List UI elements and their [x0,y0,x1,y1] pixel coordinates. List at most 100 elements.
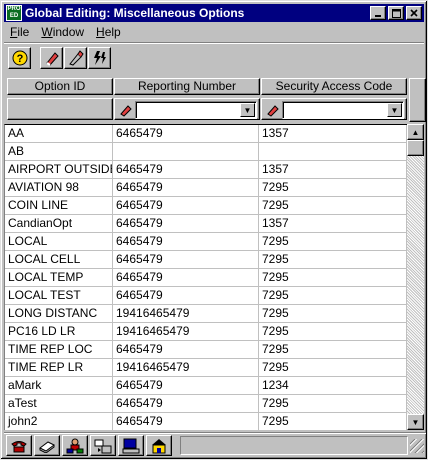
cell-security-access-code[interactable]: 1234 [259,377,407,394]
table-row[interactable]: AB [5,143,407,161]
cell-option-id[interactable]: aTest [5,395,113,412]
clear-filter-icon[interactable] [119,103,133,117]
cell-option-id[interactable]: LOCAL CELL [5,251,113,268]
cell-security-access-code[interactable]: 7295 [259,359,407,376]
edit-tool-button[interactable] [64,46,87,69]
cell-option-id[interactable]: AA [5,125,113,142]
cell-reporting-number[interactable]: 6465479 [113,125,259,142]
cell-option-id[interactable]: AVIATION 98 [5,179,113,196]
table-row[interactable]: TIME REP LR 19416465479 7295 [5,359,407,377]
building-button[interactable] [146,435,172,456]
cell-security-access-code[interactable]: 7295 [259,323,407,340]
cell-security-access-code[interactable]: 7295 [259,395,407,412]
clear-filter-icon[interactable] [266,103,280,117]
reporting-number-filter[interactable]: ▼ [135,101,257,119]
cell-security-access-code[interactable]: 7295 [259,233,407,250]
cell-security-access-code[interactable]: 7295 [259,305,407,322]
cell-option-id[interactable]: LOCAL TEST [5,287,113,304]
help-button[interactable]: ? [8,46,31,69]
cell-security-access-code[interactable]: 7295 [259,197,407,214]
table-row[interactable]: AA 6465479 1357 [5,125,407,143]
table-row[interactable]: john2 6465479 7295 [5,413,407,430]
cell-reporting-number[interactable]: 6465479 [113,161,259,178]
table-row[interactable]: LOCAL 6465479 7295 [5,233,407,251]
cell-security-access-code[interactable]: 7295 [259,341,407,358]
cell-security-access-code[interactable]: 7295 [259,179,407,196]
close-button[interactable] [406,6,422,20]
cell-reporting-number[interactable]: 6465479 [113,287,259,304]
title-bar[interactable]: PRO ED Global Editing: Miscellaneous Opti… [4,4,424,22]
lightning-tool-button[interactable] [88,46,111,69]
computer-button[interactable] [118,435,144,456]
column-header-option-id[interactable]: Option ID [7,78,113,95]
cell-reporting-number[interactable]: 6465479 [113,395,259,412]
table-row[interactable]: TIME REP LOC 6465479 7295 [5,341,407,359]
cell-reporting-number[interactable]: 6465479 [113,233,259,250]
minimize-button[interactable] [370,6,386,20]
column-header-security-access-code[interactable]: Security Access Code [261,78,407,95]
table-row[interactable]: PC16 LD LR 19416465479 7295 [5,323,407,341]
eraser-tool-button[interactable] [40,46,63,69]
cell-option-id[interactable]: AIRPORT OUTSIDE [5,161,113,178]
cell-option-id[interactable]: CandianOpt [5,215,113,232]
chevron-down-icon[interactable]: ▼ [387,103,402,117]
cell-option-id[interactable]: PC16 LD LR [5,323,113,340]
table-row[interactable]: LONG DISTANC 19416465479 7295 [5,305,407,323]
cell-reporting-number[interactable]: 6465479 [113,377,259,394]
cell-reporting-number[interactable]: 6465479 [113,251,259,268]
table-row[interactable]: aMark 6465479 1234 [5,377,407,395]
table-row[interactable]: LOCAL CELL 6465479 7295 [5,251,407,269]
table-row[interactable]: aTest 6465479 7295 [5,395,407,413]
cell-security-access-code[interactable]: 1357 [259,215,407,232]
cell-reporting-number[interactable]: 6465479 [113,197,259,214]
cell-security-access-code[interactable]: 7295 [259,269,407,286]
cell-option-id[interactable]: TIME REP LR [5,359,113,376]
menu-file[interactable]: File [4,25,35,39]
scroll-thumb[interactable] [407,140,424,156]
cell-reporting-number[interactable]: 19416465479 [113,359,259,376]
cell-reporting-number[interactable] [113,143,259,160]
table-row[interactable]: COIN LINE 6465479 7295 [5,197,407,215]
table-row[interactable]: LOCAL TEST 6465479 7295 [5,287,407,305]
app-icon[interactable]: PRO ED [6,5,22,21]
cell-option-id[interactable]: TIME REP LOC [5,341,113,358]
users-button[interactable] [62,435,88,456]
table-row[interactable]: LOCAL TEMP 6465479 7295 [5,269,407,287]
cell-reporting-number[interactable]: 6465479 [113,413,259,430]
table-row[interactable]: CandianOpt 6465479 1357 [5,215,407,233]
column-header-reporting-number[interactable]: Reporting Number [114,78,260,95]
menu-help[interactable]: Help [90,25,127,39]
cell-reporting-number[interactable]: 6465479 [113,179,259,196]
cell-option-id[interactable]: john2 [5,413,113,430]
cell-option-id[interactable]: AB [5,143,113,160]
security-access-code-filter[interactable]: ▼ [282,101,404,119]
table-row[interactable]: AVIATION 98 6465479 7295 [5,179,407,197]
cell-option-id[interactable]: LONG DISTANC [5,305,113,322]
scroll-up-button[interactable]: ▲ [407,124,424,140]
vertical-scrollbar[interactable]: ▲ ▼ [407,124,424,430]
cell-option-id[interactable]: aMark [5,377,113,394]
cell-option-id[interactable]: LOCAL TEMP [5,269,113,286]
chevron-down-icon[interactable]: ▼ [240,103,255,117]
transfer-button[interactable] [90,435,116,456]
book-button[interactable] [34,435,60,456]
maximize-button[interactable] [388,6,404,20]
phone-button[interactable] [6,435,32,456]
cell-reporting-number[interactable]: 6465479 [113,341,259,358]
menu-window[interactable]: Window [35,25,90,39]
cell-reporting-number[interactable]: 19416465479 [113,323,259,340]
cell-security-access-code[interactable]: 7295 [259,413,407,430]
table-row[interactable]: AIRPORT OUTSIDE 6465479 1357 [5,161,407,179]
cell-security-access-code[interactable]: 7295 [259,251,407,268]
cell-security-access-code[interactable]: 7295 [259,287,407,304]
cell-security-access-code[interactable]: 1357 [259,161,407,178]
cell-option-id[interactable]: LOCAL [5,233,113,250]
cell-reporting-number[interactable]: 6465479 [113,215,259,232]
scroll-down-button[interactable]: ▼ [407,414,424,430]
resize-grip[interactable] [410,438,424,453]
cell-reporting-number[interactable]: 6465479 [113,269,259,286]
cell-option-id[interactable]: COIN LINE [5,197,113,214]
cell-security-access-code[interactable] [259,143,407,160]
cell-security-access-code[interactable]: 1357 [259,125,407,142]
cell-reporting-number[interactable]: 19416465479 [113,305,259,322]
